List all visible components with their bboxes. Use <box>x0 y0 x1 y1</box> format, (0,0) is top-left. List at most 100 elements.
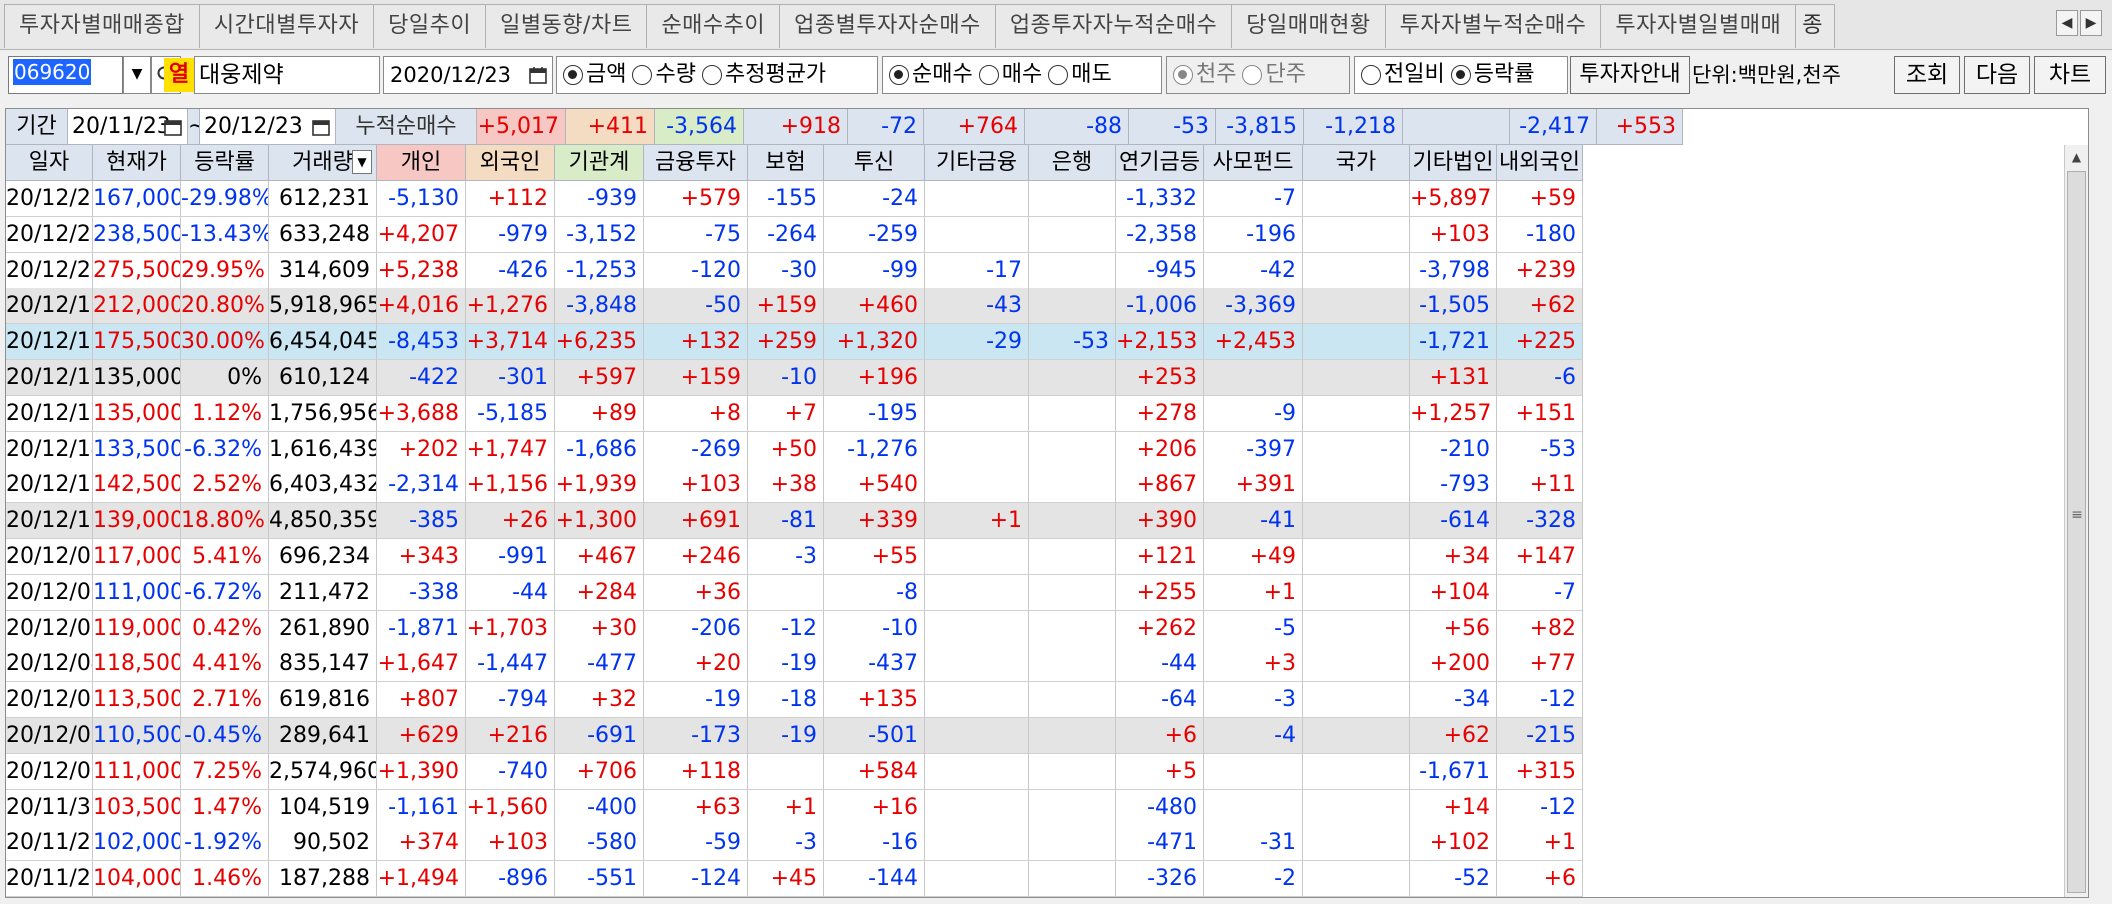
table-row[interactable]: 20/12/18212,00020.80%5,918,965+4,016+1,2… <box>6 288 1583 325</box>
calendar-icon[interactable] <box>528 65 548 85</box>
tab-2[interactable]: 당일추이 <box>373 4 487 48</box>
table-row[interactable]: 20/12/17175,50030.00%6,454,045-8,453+3,7… <box>6 324 1583 361</box>
table-row[interactable]: 20/12/16135,0000%610,124-422-301+597+159… <box>6 360 1583 396</box>
radio-unchecked-icon[interactable] <box>632 65 653 85</box>
column-header-11[interactable]: 은행 <box>1029 145 1116 181</box>
table-row[interactable]: 20/11/27102,000-1.92%90,502+374+103-580-… <box>6 825 1583 862</box>
radio-value-option[interactable]: 추정평균가 <box>701 57 826 93</box>
cell-개인: -422 <box>377 360 466 396</box>
radio-unit-option[interactable]: 천주 <box>1173 57 1236 93</box>
column-header-14[interactable]: 국가 <box>1303 145 1410 181</box>
table-row[interactable]: 20/12/01111,0007.25%2,574,960+1,390-740+… <box>6 753 1583 790</box>
table-row[interactable]: 20/11/30103,5001.47%104,519-1,161+1,560-… <box>6 789 1583 826</box>
column-header-12[interactable]: 연기금등 <box>1116 145 1204 181</box>
table-row[interactable]: 20/12/08111,000-6.72%211,472-338-44+284+… <box>6 574 1583 611</box>
table-row[interactable]: 20/12/09117,0005.41%696,234+343-991+467+… <box>6 539 1583 575</box>
table-row[interactable]: 20/12/07119,0000.42%261,890-1,871+1,703+… <box>6 610 1583 647</box>
table-row[interactable]: 20/12/15135,0001.12%1,756,956+3,688-5,18… <box>6 395 1583 432</box>
radio-change-option[interactable]: 전일비 <box>1361 57 1445 93</box>
column-header-10[interactable]: 기타금융 <box>925 145 1029 181</box>
tab-6[interactable]: 업종투자자누적순매수 <box>994 4 1233 48</box>
tab-10[interactable]: 종 <box>1795 4 1836 48</box>
radio-unit-option[interactable]: 단주 <box>1242 57 1306 93</box>
column-header-7[interactable]: 금융투자 <box>644 145 748 181</box>
query-button[interactable]: 조회 <box>1894 56 1960 94</box>
period-from-input[interactable]: 20/11/23 <box>68 109 188 145</box>
column-header-13[interactable]: 사모펀드 <box>1204 145 1303 181</box>
table-row[interactable]: 20/12/22238,500-13.43%633,248+4,207-979-… <box>6 216 1583 253</box>
tab-5[interactable]: 업종별투자자순매수 <box>779 4 996 48</box>
radio-value-option[interactable]: 수량 <box>632 57 696 93</box>
chevron-down-icon[interactable]: ▼ <box>123 56 151 94</box>
radio-unchecked-icon[interactable] <box>978 65 999 85</box>
vertical-scrollbar[interactable]: ▲ ≡ <box>2064 145 2088 897</box>
tab-3[interactable]: 일별동향/차트 <box>485 4 648 48</box>
column-header-3[interactable]: 거래량 ▼ <box>269 145 377 181</box>
period-to-input[interactable]: 20/12/23 <box>200 109 336 145</box>
radio-side-option[interactable]: 매도 <box>1048 57 1112 93</box>
radio-checked-icon[interactable] <box>889 65 909 85</box>
cell-국가 <box>1303 288 1410 325</box>
column-header-5[interactable]: 외국인 <box>466 145 555 181</box>
sort-dropdown-icon[interactable]: ▼ <box>352 150 372 174</box>
radio-value-option[interactable]: 금액 <box>563 57 626 93</box>
tab-1[interactable]: 시간대별투자자 <box>198 4 375 48</box>
stock-name-field[interactable]: 대웅제약 <box>194 56 380 94</box>
cell-은행 <box>1029 360 1116 396</box>
radio-unchecked-icon[interactable] <box>1361 65 1381 85</box>
cell-연기금등: -1,006 <box>1116 288 1204 325</box>
tab-scroll-left-icon[interactable]: ◀ <box>2056 10 2078 36</box>
tab-0[interactable]: 투자자별매매종합 <box>4 4 200 48</box>
table-row[interactable]: 20/12/23167,000-29.98%612,231-5,130+112-… <box>6 181 1583 217</box>
tab-9[interactable]: 투자자별일별매매 <box>1600 4 1797 48</box>
radio-checked-icon[interactable] <box>1450 65 1471 85</box>
column-header-16[interactable]: 내외국인 <box>1497 145 1583 181</box>
table-row[interactable]: 20/12/21275,50029.95%314,609+5,238-426-1… <box>6 252 1583 289</box>
radio-checked-icon[interactable] <box>1173 65 1193 85</box>
scroll-up-icon[interactable]: ▲ <box>2065 145 2088 169</box>
cell-현재가: 117,000 <box>93 539 181 575</box>
table-row[interactable]: 20/12/11142,5002.52%6,403,432-2,314+1,15… <box>6 467 1583 504</box>
radio-change-option[interactable]: 등락률 <box>1450 57 1534 93</box>
cell-기타금융 <box>925 825 1029 862</box>
radio-side-option[interactable]: 매수 <box>978 57 1042 93</box>
cell-국가 <box>1303 467 1410 504</box>
table-row[interactable]: 20/12/03113,5002.71%619,816+807-794+32-1… <box>6 682 1583 719</box>
investor-info-button[interactable]: 투자자안내 <box>1570 56 1690 94</box>
table-row[interactable]: 20/11/26104,0001.46%187,288+1,494-896-55… <box>6 861 1583 898</box>
table-row[interactable]: 20/12/14133,500-6.32%1,616,439+202+1,747… <box>6 431 1583 468</box>
tab-4[interactable]: 순매수추이 <box>646 4 781 48</box>
table-row[interactable]: 20/12/10139,00018.80%4,850,359-385+26+1,… <box>6 503 1583 540</box>
radio-checked-icon[interactable] <box>563 65 583 85</box>
calendar-icon[interactable] <box>311 117 331 137</box>
cell-기타법인: +1,257 <box>1410 395 1497 432</box>
radio-unchecked-icon[interactable] <box>1242 65 1263 85</box>
column-header-label: 투신 <box>853 150 895 175</box>
column-header-0[interactable]: 일자 <box>6 145 93 181</box>
date-input[interactable]: 2020/12/23 <box>383 56 553 94</box>
column-header-4[interactable]: 개인 <box>377 145 466 181</box>
column-header-8[interactable]: 보험 <box>748 145 824 181</box>
cell-내외국인: -180 <box>1497 216 1583 253</box>
cell-은행 <box>1029 825 1116 862</box>
tab-scroll-right-icon[interactable]: ▶ <box>2080 10 2102 36</box>
column-header-15[interactable]: 기타법인 <box>1410 145 1497 181</box>
column-header-9[interactable]: 투신 <box>824 145 925 181</box>
calendar-icon[interactable] <box>163 117 183 137</box>
column-header-1[interactable]: 현재가 <box>93 145 181 181</box>
radio-side-option[interactable]: 순매수 <box>889 57 973 93</box>
table-row[interactable]: 20/12/04118,5004.41%835,147+1,647-1,447-… <box>6 646 1583 683</box>
scrollbar-thumb[interactable]: ≡ <box>2067 171 2086 893</box>
chart-button[interactable]: 차트 <box>2034 56 2106 94</box>
tab-7[interactable]: 당일매매현황 <box>1231 4 1386 48</box>
cell-개인: +3,688 <box>377 395 466 432</box>
tab-8[interactable]: 투자자별누적순매수 <box>1384 4 1602 48</box>
radio-unchecked-icon[interactable] <box>701 65 722 85</box>
column-header-2[interactable]: 등락률 <box>181 145 269 181</box>
radio-unchecked-icon[interactable] <box>1048 65 1069 85</box>
stock-code-input[interactable]: 069620 <box>8 56 123 94</box>
next-button[interactable]: 다음 <box>1964 56 2030 94</box>
table-row[interactable]: 20/12/02110,500-0.45%289,641+629+216-691… <box>6 718 1583 754</box>
column-header-6[interactable]: 기관계 <box>555 145 644 181</box>
tab-strip: 투자자별매매종합 시간대별투자자 당일추이 일별동향/차트 순매수추이 업종별투자자순매수… <box>0 0 2112 50</box>
